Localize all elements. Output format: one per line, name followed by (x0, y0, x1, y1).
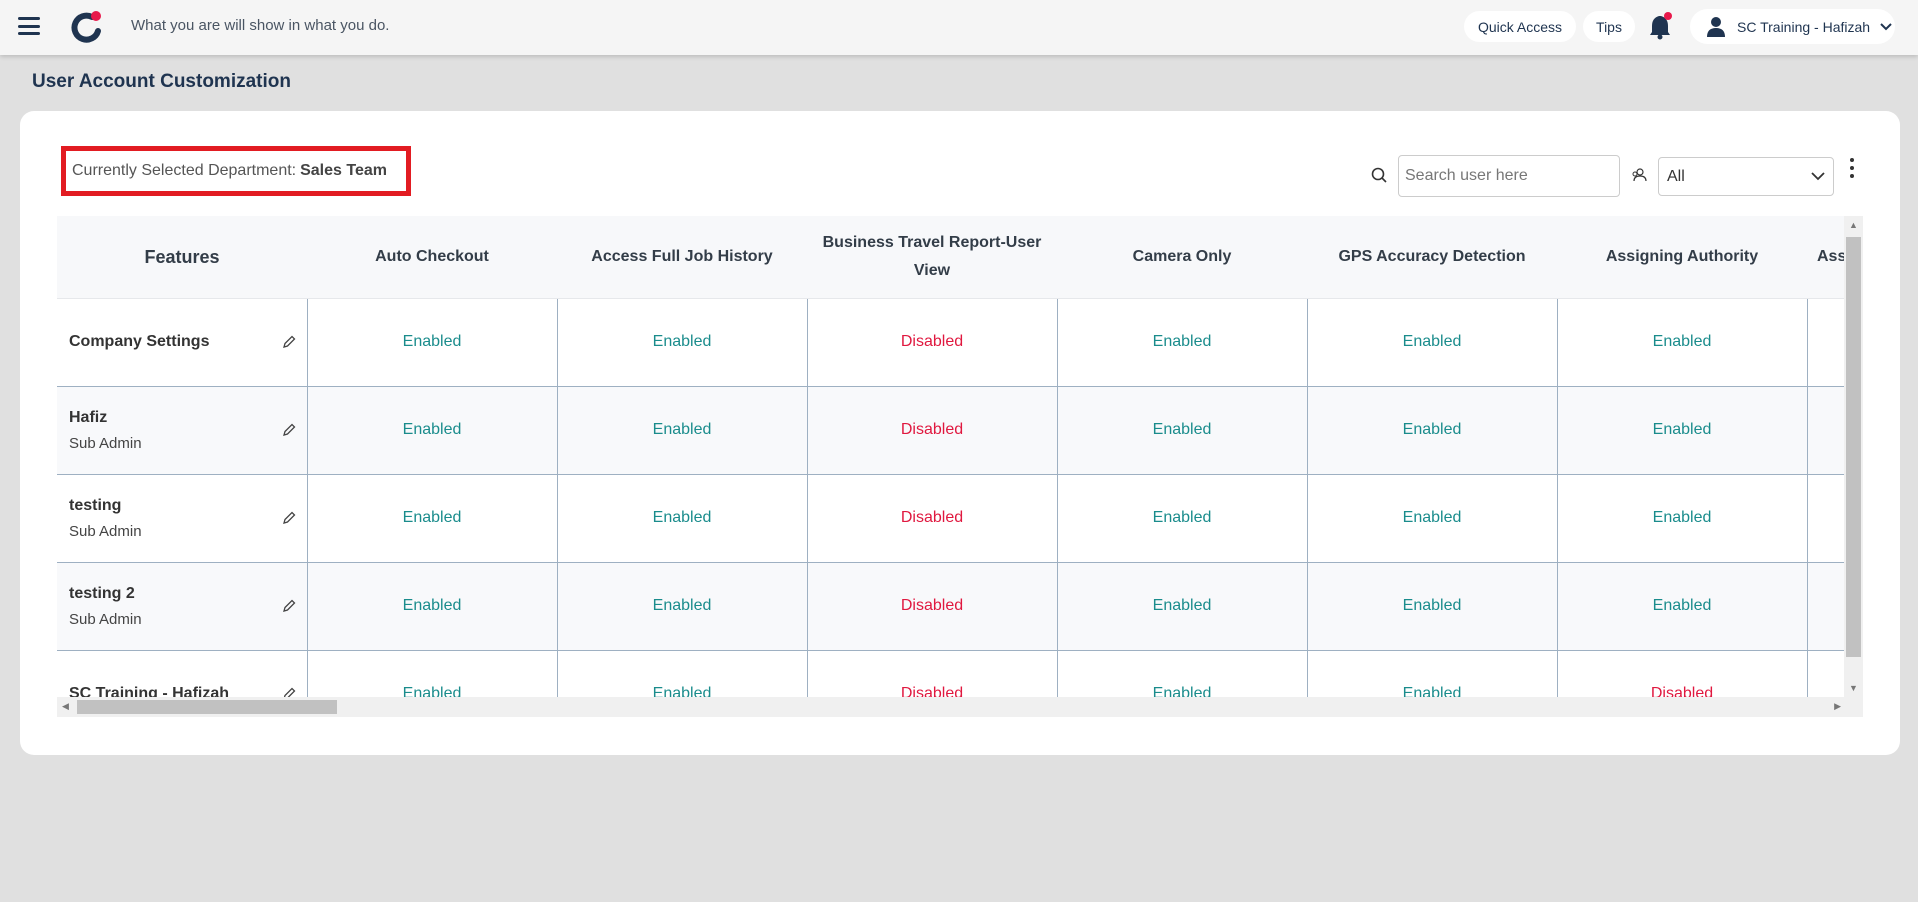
column-header: Features (57, 216, 307, 299)
status-cell[interactable]: Enabled (1056, 473, 1308, 563)
status-cell[interactable]: Enabled (1306, 297, 1558, 387)
row-name: Company Settings (69, 333, 210, 350)
row-name: testing 2 (69, 584, 135, 602)
status-cell[interactable]: Disabled (806, 297, 1058, 387)
features-table: Features Auto Checkout Access Full Job His… (57, 216, 1863, 717)
row-feature-cell: testing 2 Sub Admin (57, 561, 308, 651)
status-cell[interactable]: Enabled (1056, 297, 1308, 387)
status-cell[interactable]: Enabled (1306, 473, 1558, 563)
edit-pencil-icon[interactable] (281, 334, 297, 350)
row-feature-cell: Hafiz Sub Admin (57, 385, 308, 475)
top-bar: What you are will show in what you do. Q… (0, 0, 1918, 55)
column-header: Assigning Authority (1557, 216, 1807, 299)
users-icon (1632, 168, 1647, 182)
chevron-down-icon (1880, 22, 1892, 30)
logo-icon (71, 11, 101, 43)
status-cell[interactable]: Disabled (806, 385, 1058, 475)
row-role: Sub Admin (69, 434, 142, 452)
status-cell[interactable]: Enabled (1056, 385, 1308, 475)
status-cell[interactable]: Enabled (306, 297, 558, 387)
status-cell[interactable]: Enabled (556, 297, 808, 387)
tips-button[interactable]: Tips (1583, 11, 1635, 42)
department-value: Sales Team (300, 162, 387, 179)
status-cell[interactable]: Disabled (806, 561, 1058, 651)
vertical-scroll-thumb[interactable] (1846, 237, 1861, 657)
horizontal-scrollbar[interactable]: ◀ ▶ (57, 697, 1863, 717)
status-cell[interactable]: Enabled (556, 473, 808, 563)
status-cell[interactable]: Disabled (806, 473, 1058, 563)
row-name: Hafiz (69, 408, 108, 426)
column-header: Camera Only (1057, 216, 1307, 299)
page-title: User Account Customization (32, 71, 291, 92)
search-user-input[interactable] (1398, 155, 1620, 197)
more-options-icon[interactable] (1848, 158, 1856, 178)
notification-bell-icon[interactable] (1648, 12, 1674, 40)
row-name: testing (69, 496, 122, 514)
search-icon (1371, 167, 1387, 183)
row-role: Sub Admin (69, 610, 142, 628)
status-cell[interactable]: Enabled (1056, 561, 1308, 651)
edit-pencil-icon[interactable] (281, 510, 297, 526)
status-cell[interactable]: Enabled (1556, 561, 1808, 651)
vertical-scrollbar[interactable]: ▲ ▼ (1844, 216, 1863, 697)
horizontal-scroll-thumb[interactable] (77, 700, 337, 714)
status-cell[interactable]: Enabled (306, 561, 558, 651)
selected-department: Currently Selected Department: Sales Team (61, 146, 411, 196)
table-row: testing Sub Admin Enabled Enabled Disabled En… (57, 473, 1863, 563)
motto-text: What you are will show in what you do. (131, 17, 390, 34)
edit-pencil-icon[interactable] (281, 598, 297, 614)
column-header: GPS Accuracy Detection (1307, 216, 1557, 299)
user-menu[interactable]: SC Training - Hafizah (1690, 9, 1895, 44)
table-row: testing 2 Sub Admin Enabled Enabled Disabled… (57, 561, 1863, 651)
status-cell[interactable]: Enabled (556, 561, 808, 651)
column-header: Business Travel Report-User View (807, 216, 1057, 299)
user-icon (1707, 16, 1725, 37)
role-filter-select[interactable]: All (1658, 157, 1834, 196)
status-cell[interactable]: Enabled (1306, 561, 1558, 651)
row-feature-cell: testing Sub Admin (57, 473, 308, 563)
edit-pencil-icon[interactable] (281, 422, 297, 438)
status-cell[interactable]: Enabled (1556, 297, 1808, 387)
column-header: Access Full Job History (557, 216, 807, 299)
table-row: Company Settings Enabled Enabled Disabled En… (57, 297, 1863, 387)
row-role: Sub Admin (69, 522, 142, 540)
status-cell[interactable]: Enabled (1556, 473, 1808, 563)
role-filter-value: All (1667, 167, 1685, 185)
status-cell[interactable]: Enabled (306, 473, 558, 563)
hamburger-menu-icon[interactable] (18, 17, 40, 35)
status-cell[interactable]: Enabled (306, 385, 558, 475)
column-header: Auto Checkout (307, 216, 557, 299)
quick-access-button[interactable]: Quick Access (1464, 11, 1576, 42)
row-feature-cell: Company Settings (57, 297, 308, 387)
user-name: SC Training - Hafizah (1737, 18, 1871, 35)
chevron-down-icon (1811, 172, 1825, 181)
table-row: Hafiz Sub Admin Enabled Enabled Disabled Enab… (57, 385, 1863, 475)
status-cell[interactable]: Enabled (1556, 385, 1808, 475)
status-cell[interactable]: Enabled (1306, 385, 1558, 475)
status-cell[interactable]: Enabled (556, 385, 808, 475)
department-label: Currently Selected Department: (72, 162, 297, 179)
